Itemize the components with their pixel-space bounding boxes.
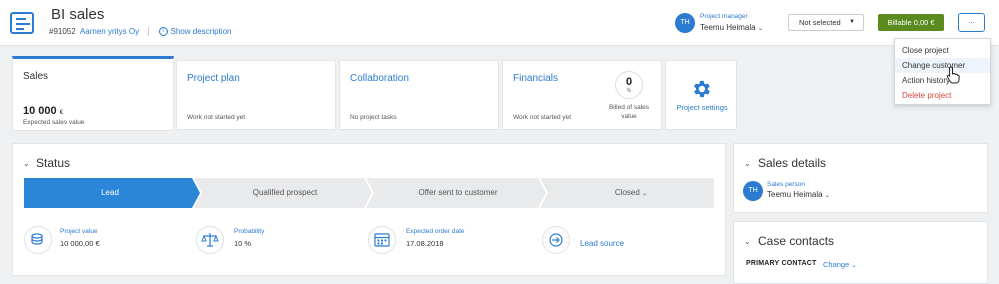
status-select[interactable]: Not selected ▼ — [788, 14, 864, 31]
avatar: TH — [675, 13, 695, 33]
coins-icon — [31, 233, 43, 245]
page-title: BI sales — [51, 6, 105, 23]
company-link[interactable]: Aarnen yritys Oy — [80, 27, 139, 36]
case-contacts-title: Case contacts — [758, 234, 835, 248]
card-sales[interactable]: Sales 10 000 € Expected sales value — [12, 56, 174, 131]
collapse-chevron-icon[interactable]: ⌄ — [744, 159, 751, 168]
gear-icon — [694, 80, 710, 98]
card-project-plan-title: Project plan — [187, 73, 240, 84]
card-financials-title: Financials — [513, 73, 559, 84]
info-icon: i — [158, 27, 168, 37]
hand-cursor-icon — [946, 66, 960, 84]
avatar: TH — [743, 181, 763, 201]
more-actions-menu: Close project Change customer Action his… — [894, 38, 991, 105]
billed-percent-sign: % — [626, 88, 632, 94]
sales-value: 10 000 € — [23, 105, 63, 117]
sales-details-title: Sales details — [758, 156, 827, 170]
project-value-circle — [24, 226, 52, 254]
collapse-chevron-icon[interactable]: ⌄ — [23, 159, 30, 168]
show-description-link[interactable]: i Show description — [158, 27, 232, 37]
sales-person-label: Sales person — [767, 181, 805, 188]
change-contact-link[interactable]: Change ⌄ — [823, 260, 856, 269]
calendar-icon — [374, 233, 390, 247]
primary-contact-label: PRIMARY CONTACT — [746, 260, 817, 267]
status-select-value: Not selected — [799, 18, 841, 27]
menu-item-change-customer[interactable]: Change customer — [895, 58, 990, 73]
chevron-down-icon: ⌄ — [757, 26, 763, 32]
card-collaboration[interactable]: Collaboration No project tasks — [339, 60, 499, 130]
card-project-plan-sub: Work not started yet — [187, 114, 246, 121]
billed-label: Billed of sales value — [608, 104, 650, 120]
project-manager-label: Project manager — [700, 13, 748, 20]
probability-value: 10 % — [234, 239, 252, 248]
collapse-chevron-icon[interactable]: ⌄ — [744, 237, 751, 246]
project-manager-name: Teemu Heimala — [700, 23, 756, 32]
card-collaboration-title: Collaboration — [350, 73, 409, 84]
project-header: BI sales #91052 Aarnen yritys Oy i Show d… — [0, 0, 999, 46]
pipeline-labels: Lead Qualified prospect Offer sent to cu… — [24, 178, 714, 208]
sales-details-panel: ⌄ Sales details — [733, 143, 988, 213]
expected-date-circle — [368, 226, 396, 254]
menu-item-close-project[interactable]: Close project — [895, 43, 990, 58]
billed-circle: 0 % — [615, 71, 643, 99]
sales-value-currency: € — [59, 110, 64, 116]
stage-offer-sent[interactable]: Offer sent to customer — [374, 178, 542, 208]
case-contacts-panel: ⌄ Case contacts — [733, 221, 988, 284]
scale-icon — [201, 233, 219, 247]
lead-source-circle[interactable] — [542, 226, 570, 254]
probability-circle — [196, 226, 224, 254]
chevron-down-icon: ⌄ — [824, 193, 830, 199]
billable-button[interactable]: Billable 0,00 € — [878, 14, 944, 31]
chevron-down-icon: ⌄ — [851, 263, 857, 269]
project-subline: #91052 Aarnen yritys Oy i Show descriptio… — [49, 27, 232, 37]
billed-value: 0 — [625, 76, 633, 88]
status-panel: ⌄ Status — [12, 143, 726, 276]
project-manager-select[interactable]: Teemu Heimala ⌄ — [700, 23, 763, 32]
caret-down-icon: ▼ — [849, 19, 855, 25]
card-sales-title: Sales — [23, 71, 49, 82]
project-value: 10 000,00 € — [60, 239, 100, 248]
project-settings-label: Project settings — [676, 103, 728, 112]
expected-date-label: Expected order date — [406, 228, 465, 235]
sales-person-select[interactable]: Teemu Heimala ⌄ — [767, 190, 830, 199]
expected-date-value: 17.08.2018 — [406, 239, 444, 248]
menu-item-delete-project[interactable]: Delete project — [895, 88, 990, 103]
stage-lead[interactable]: Lead — [24, 178, 196, 208]
project-number: #91052 — [49, 27, 76, 36]
change-contact-label: Change — [823, 260, 850, 269]
stage-closed[interactable]: Closed ⌄ — [548, 178, 714, 208]
sales-value-amount: 10 000 — [23, 105, 57, 117]
stage-closed-label: Closed — [614, 188, 640, 197]
card-sales-sub: Expected sales value — [23, 119, 85, 126]
project-value-label: Project value — [60, 228, 98, 235]
sales-person-name: Teemu Heimala — [767, 190, 823, 199]
card-project-plan[interactable]: Project plan Work not started yet — [176, 60, 336, 130]
project-icon — [10, 12, 34, 34]
card-financials-sub: Work not started yet — [513, 114, 572, 121]
show-description-label: Show description — [170, 27, 232, 36]
menu-item-action-history[interactable]: Action history — [895, 73, 990, 88]
divider — [148, 27, 150, 37]
stage-qualified-prospect[interactable]: Qualified prospect — [202, 178, 368, 208]
lead-source-link[interactable]: Lead source — [580, 239, 624, 248]
card-collaboration-sub: No project tasks — [350, 114, 397, 121]
sign-in-icon — [549, 233, 563, 247]
more-actions-button[interactable]: ... — [958, 13, 985, 32]
status-title: Status — [36, 156, 71, 170]
chevron-down-icon: ⌄ — [642, 191, 648, 197]
probability-label: Probability — [234, 228, 265, 235]
